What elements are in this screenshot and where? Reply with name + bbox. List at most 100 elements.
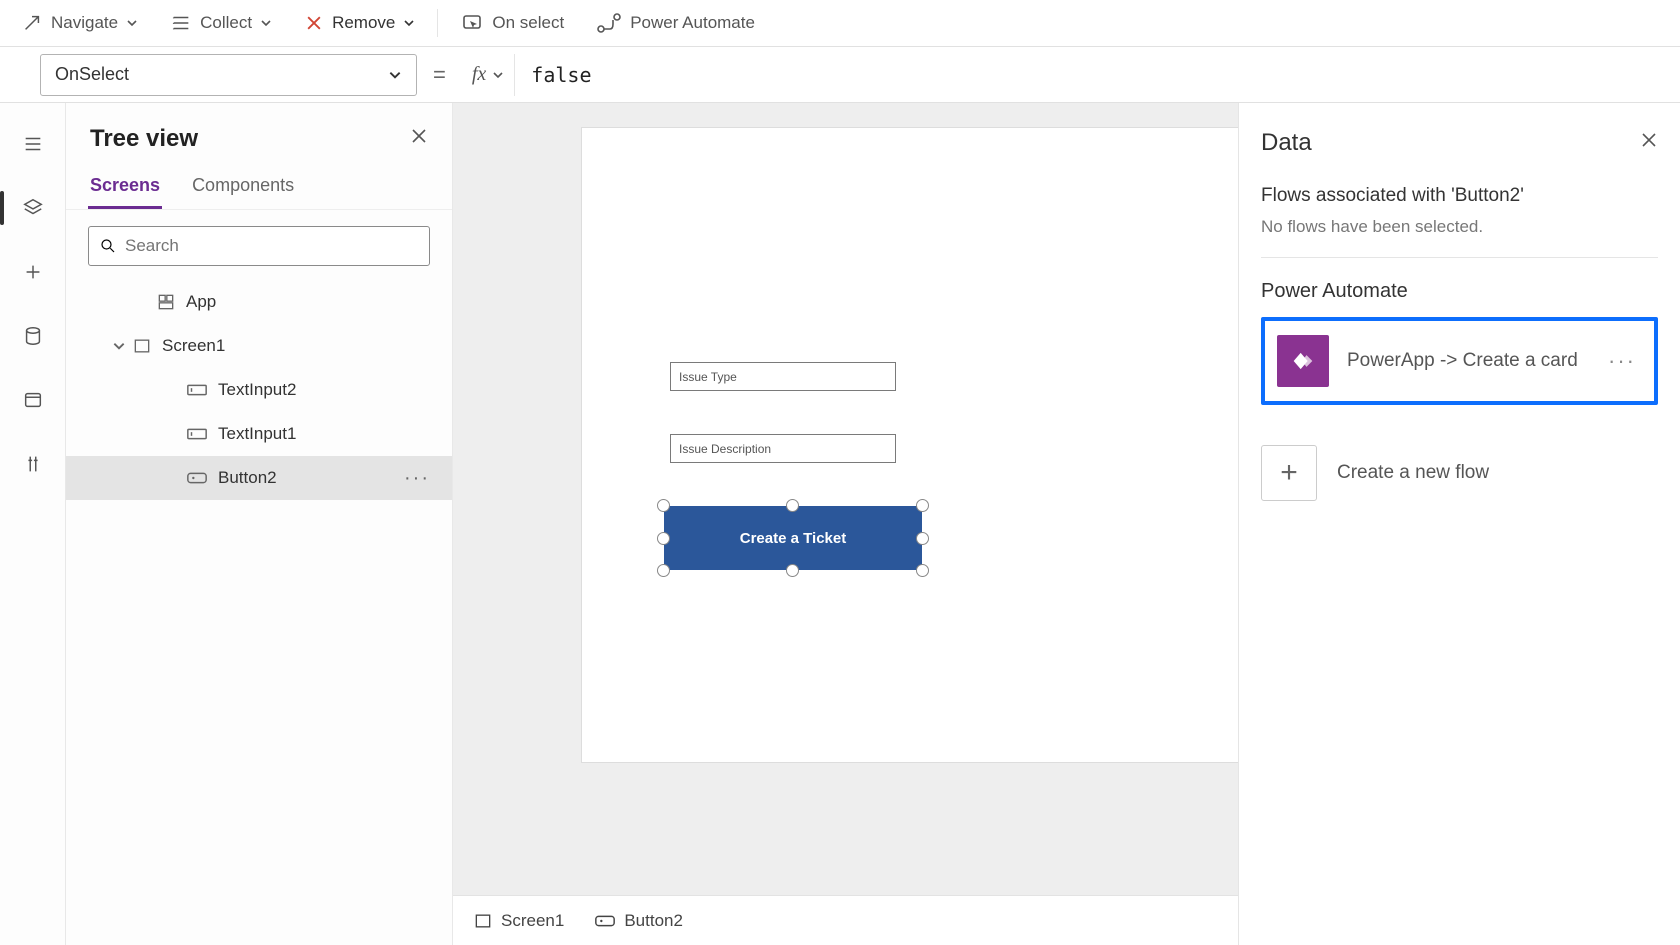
property-selector[interactable]: OnSelect — [40, 54, 417, 96]
chevron-down-icon — [403, 17, 415, 29]
on-select-button[interactable]: On select — [446, 5, 578, 41]
breadcrumb-screen1[interactable]: Screen1 — [473, 911, 564, 931]
search-icon — [99, 237, 117, 255]
tree-list: App Screen1 TextInput2 TextInput1 Button… — [66, 276, 452, 504]
tree-label: Button2 — [218, 468, 277, 488]
property-value: OnSelect — [55, 64, 129, 85]
canvas-textinput1[interactable]: Issue Type — [670, 362, 896, 391]
fx-button[interactable]: fx — [462, 54, 515, 96]
power-automate-button[interactable]: Power Automate — [582, 6, 769, 40]
action-toolbar: Navigate Collect Remove On select Power … — [0, 0, 1680, 47]
canvas-textinput2[interactable]: Issue Description — [670, 434, 896, 463]
media-tab[interactable] — [10, 377, 56, 423]
tree-label: TextInput2 — [218, 380, 296, 400]
selection-handle[interactable] — [916, 532, 929, 545]
power-automate-label: Power Automate — [630, 13, 755, 33]
remove-x-icon — [304, 13, 324, 33]
create-new-flow-label: Create a new flow — [1337, 462, 1489, 484]
tree-item-button2[interactable]: Button2 ··· — [66, 456, 452, 500]
cursor-pointer-icon — [1518, 369, 1538, 395]
collect-icon — [170, 12, 192, 34]
flow-icon — [596, 12, 622, 34]
navigate-icon — [21, 12, 43, 34]
treeview-tablist: Screens Components — [66, 161, 452, 210]
tools-tab[interactable] — [10, 441, 56, 487]
selection-handle[interactable] — [657, 499, 670, 512]
chevron-down-icon — [388, 68, 402, 82]
formula-bar: OnSelect = fx false — [0, 47, 1680, 103]
chevron-down-icon — [492, 69, 504, 81]
treeview-search[interactable] — [88, 226, 430, 266]
tree-label: Screen1 — [162, 336, 225, 356]
close-icon — [410, 127, 428, 145]
selection-handle[interactable] — [657, 532, 670, 545]
textinput-icon — [186, 382, 208, 398]
search-input[interactable] — [125, 236, 419, 256]
tree-label: App — [186, 292, 216, 312]
navigate-label: Navigate — [51, 13, 118, 33]
breadcrumb-label: Screen1 — [501, 911, 564, 931]
treeview-panel: Tree view Screens Components App Screen1 — [66, 103, 453, 945]
selection-handle[interactable] — [786, 499, 799, 512]
remove-button[interactable]: Remove — [290, 7, 429, 39]
tree-item-textinput2[interactable]: TextInput2 — [66, 368, 452, 412]
database-icon — [22, 325, 44, 347]
data-tab[interactable] — [10, 313, 56, 359]
screen-icon — [473, 911, 493, 931]
plus-icon: + — [1261, 445, 1317, 501]
chevron-down-icon — [112, 339, 126, 353]
tools-icon — [22, 453, 44, 475]
hamburger-button[interactable] — [10, 121, 56, 167]
data-panel-close-button[interactable] — [1640, 131, 1658, 155]
flow-card-name: PowerApp -> Create a card — [1347, 350, 1602, 372]
plus-icon — [22, 261, 44, 283]
power-automate-section-heading: Power Automate — [1261, 280, 1658, 303]
formula-input[interactable]: false — [515, 63, 1674, 87]
close-icon — [1640, 131, 1658, 149]
remove-label: Remove — [332, 13, 395, 33]
breadcrumb-bar: Screen1 Button2 — [453, 895, 1238, 945]
screen-icon — [132, 336, 152, 356]
canvas-area: Issue Type Issue Description Create a Ti… — [453, 103, 1238, 945]
flow-card-create-a-card[interactable]: PowerApp -> Create a card ··· — [1261, 317, 1658, 405]
selection-handle[interactable] — [916, 499, 929, 512]
flows-heading: Flows associated with 'Button2' — [1261, 185, 1658, 207]
app-icon — [156, 292, 176, 312]
breadcrumb-label: Button2 — [624, 911, 683, 931]
button-icon — [186, 470, 208, 486]
on-select-label: On select — [492, 13, 564, 33]
media-icon — [22, 389, 44, 411]
chevron-down-icon — [260, 17, 272, 29]
data-panel-divider — [1261, 257, 1658, 258]
treeview-close-button[interactable] — [410, 127, 428, 151]
left-rail — [0, 103, 66, 945]
tree-item-textinput1[interactable]: TextInput1 — [66, 412, 452, 456]
flow-card-more-button[interactable]: ··· — [1602, 348, 1642, 374]
tree-item-app[interactable]: App — [66, 280, 452, 324]
powerapps-icon — [1289, 347, 1317, 375]
layers-icon — [22, 197, 44, 219]
collect-button[interactable]: Collect — [156, 6, 286, 40]
fx-label: fx — [472, 63, 486, 86]
data-panel-title: Data — [1261, 129, 1312, 157]
toolbar-separator — [437, 9, 438, 37]
on-select-icon — [460, 11, 484, 35]
data-panel: Data Flows associated with 'Button2' No … — [1238, 103, 1680, 945]
canvas-button-label: Create a Ticket — [740, 530, 846, 547]
create-new-flow-button[interactable]: + Create a new flow — [1261, 445, 1658, 501]
canvas-button-create-ticket[interactable]: Create a Ticket — [664, 506, 922, 570]
breadcrumb-button2[interactable]: Button2 — [594, 911, 683, 931]
selection-handle[interactable] — [657, 564, 670, 577]
button-icon — [594, 913, 616, 929]
tab-components[interactable]: Components — [190, 169, 296, 209]
tab-screens[interactable]: Screens — [88, 169, 162, 209]
tree-item-screen1[interactable]: Screen1 — [66, 324, 452, 368]
navigate-button[interactable]: Navigate — [7, 6, 152, 40]
canvas-screen[interactable]: Issue Type Issue Description Create a Ti… — [581, 127, 1238, 763]
insert-tab[interactable] — [10, 249, 56, 295]
selection-handle[interactable] — [786, 564, 799, 577]
selection-handle[interactable] — [916, 564, 929, 577]
treeview-tab[interactable] — [10, 185, 56, 231]
tree-item-more-button[interactable]: ··· — [404, 467, 430, 490]
flow-card-icon — [1277, 335, 1329, 387]
